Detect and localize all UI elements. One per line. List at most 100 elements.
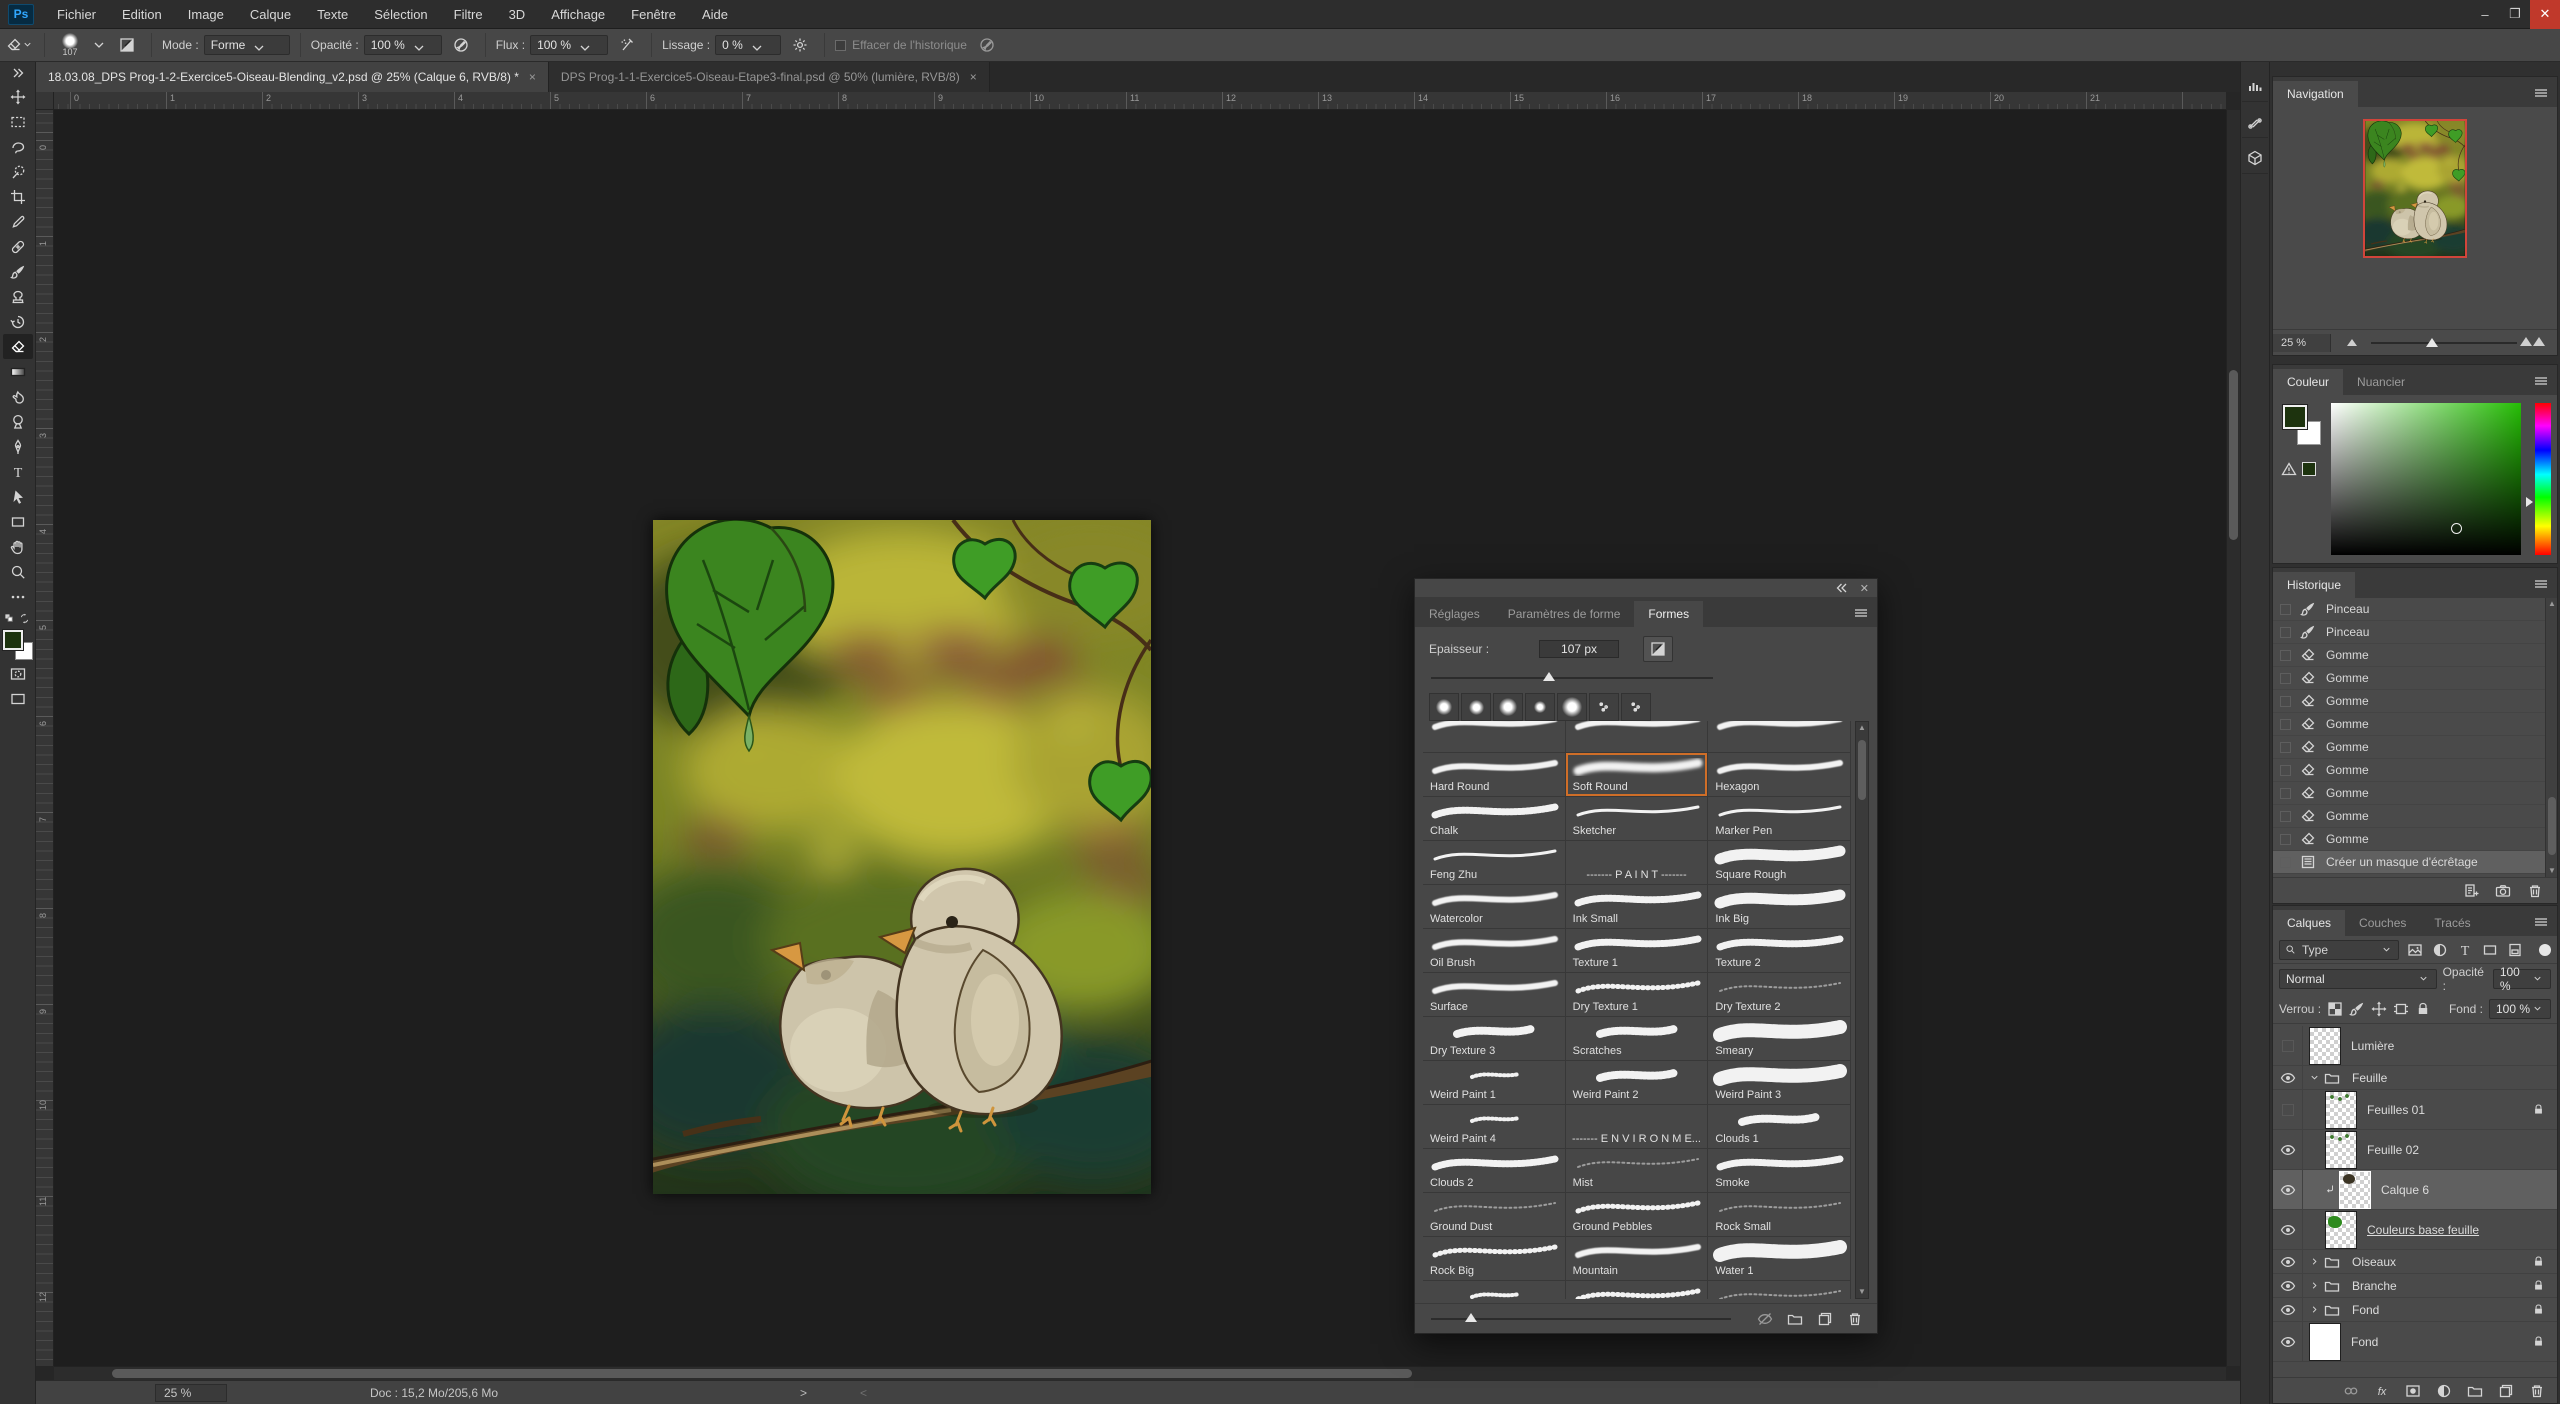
panel-menu-icon[interactable] — [1853, 605, 1869, 621]
history-brush-tool[interactable] — [3, 309, 33, 334]
brush-item-smoke[interactable]: Smoke — [1708, 1149, 1851, 1193]
pressure-opacity-button[interactable] — [447, 32, 475, 58]
delete-brush-icon[interactable] — [1847, 1311, 1863, 1327]
menu-item-edition[interactable]: Edition — [109, 0, 175, 29]
brush-item-dry-texture-1[interactable]: Dry Texture 1 — [1566, 973, 1709, 1017]
history-state-gomme-7[interactable]: Gomme — [2273, 759, 2545, 782]
zoom-out-icon[interactable] — [2347, 339, 2357, 346]
zoom-tool[interactable] — [3, 559, 33, 584]
delete-state-icon[interactable] — [2527, 883, 2543, 899]
brush-item-water-1[interactable]: Water 1 — [1708, 1237, 1851, 1281]
tab-couches[interactable]: Couches — [2345, 910, 2420, 936]
visibility-eye-icon[interactable] — [2273, 1322, 2303, 1361]
visibility-eye-icon[interactable] — [2273, 1130, 2303, 1169]
zoom-in-icon[interactable] — [2520, 337, 2545, 346]
panel-menu-icon[interactable] — [2533, 85, 2549, 101]
brush-item-weird-paint-3[interactable]: Weird Paint 3 — [1708, 1061, 1851, 1105]
brushes-panel[interactable]: ✕ RéglagesParamètres de formeFormes Epai… — [1414, 578, 1878, 1334]
swap-colors-icon[interactable] — [19, 613, 31, 625]
close-icon[interactable]: × — [970, 70, 977, 84]
gamut-warning[interactable] — [2281, 461, 2316, 477]
brush-tool[interactable] — [3, 259, 33, 284]
layer-name[interactable]: Fond — [2351, 1335, 2378, 1349]
filter-pixel-layers-icon[interactable] — [2407, 942, 2423, 958]
panel-menu-icon[interactable] — [2533, 373, 2549, 389]
blend-mode-select[interactable]: Normal — [2279, 969, 2437, 989]
brush-item-feng-zhu[interactable]: Feng Zhu — [1423, 841, 1566, 885]
layer-name[interactable]: Fond — [2352, 1303, 2379, 1317]
fill-select[interactable]: 100 % — [2489, 999, 2551, 1019]
layer-row-feuille-02-3[interactable]: Feuille 02 — [2273, 1130, 2557, 1170]
eyedropper-tool[interactable] — [3, 209, 33, 234]
brush-item-ground-pebbles[interactable]: Ground Pebbles — [1566, 1193, 1709, 1237]
maximize-button[interactable]: ❐ — [2500, 0, 2530, 29]
delete-layer-icon[interactable] — [2529, 1383, 2545, 1399]
history-source-checkbox[interactable] — [2280, 696, 2291, 707]
layer-name[interactable]: Couleurs base feuille — [2367, 1223, 2479, 1237]
menu-item-3d[interactable]: 3D — [496, 0, 539, 29]
menu-item-image[interactable]: Image — [175, 0, 237, 29]
layer-row-fond-8[interactable]: Fond — [2273, 1298, 2557, 1322]
navigation-zoom-slider[interactable] — [2331, 330, 2557, 355]
add-layer-mask-icon[interactable] — [2405, 1383, 2421, 1399]
history-source-checkbox[interactable] — [2280, 673, 2291, 684]
layer-row-branche-7[interactable]: Branche — [2273, 1274, 2557, 1298]
visibility-eye-icon[interactable] — [2273, 1298, 2303, 1321]
layer-row-fond-9[interactable]: Fond — [2273, 1322, 2557, 1362]
healing-brush-tool[interactable] — [3, 234, 33, 259]
layer-thumbnail[interactable] — [2309, 1027, 2341, 1065]
tab-param-tres-de-forme[interactable]: Paramètres de forme — [1494, 601, 1635, 627]
visibility-eye-icon[interactable] — [2273, 1210, 2303, 1249]
vertical-scrollbar-thumb[interactable] — [2229, 370, 2238, 540]
visibility-empty-box[interactable] — [2273, 1026, 2303, 1065]
layer-thumbnail[interactable] — [2339, 1171, 2371, 1209]
scroll-down-icon[interactable]: ▼ — [1857, 1287, 1867, 1297]
document-tab-2[interactable]: DPS Prog-1-1-Exercice5-Oiseau-Etape3-fin… — [549, 62, 990, 92]
brush-item-snow[interactable]: Snow — [1708, 1281, 1851, 1299]
collapse-panel-icon[interactable] — [1834, 580, 1850, 596]
brush-item-weird-paint-1[interactable]: Weird Paint 1 — [1423, 1061, 1566, 1105]
chevron-right-icon[interactable] — [2309, 1280, 2320, 1291]
tab-historique[interactable]: Historique — [2273, 572, 2355, 598]
brush-item-clouds-1[interactable]: Clouds 1 — [1708, 1105, 1851, 1149]
tab-navigation[interactable]: Navigation — [2273, 81, 2358, 107]
history-source-checkbox[interactable] — [2280, 627, 2291, 638]
brush-item-square-rough[interactable]: Square Rough — [1708, 841, 1851, 885]
gradient-tool[interactable] — [3, 359, 33, 384]
lock-position-icon[interactable] — [2371, 1001, 2387, 1017]
lock-pixels-icon[interactable] — [2349, 1001, 2365, 1017]
history-state-gomme-4[interactable]: Gomme — [2273, 690, 2545, 713]
menu-item-calque[interactable]: Calque — [237, 0, 304, 29]
history-state-gomme-6[interactable]: Gomme — [2273, 736, 2545, 759]
brushes-panel-titlebar[interactable]: ✕ — [1415, 579, 1877, 597]
brush-item-watercolor[interactable]: Watercolor — [1423, 885, 1566, 929]
layer-row-couleurs-base-feuille-5[interactable]: Couleurs base feuille — [2273, 1210, 2557, 1250]
new-group-icon[interactable] — [2467, 1383, 2483, 1399]
brush-size-slider[interactable] — [1415, 671, 1877, 689]
chevron-right-icon[interactable] — [2309, 1304, 2320, 1315]
close-panel-icon[interactable]: ✕ — [1860, 582, 1869, 595]
hue-slider[interactable] — [2535, 403, 2551, 555]
scroll-down-icon[interactable]: ▼ — [2547, 866, 2557, 876]
history-scrollbar-thumb[interactable] — [2548, 797, 2556, 855]
layer-row-oiseaux-6[interactable]: Oiseaux — [2273, 1250, 2557, 1274]
menu-item-aide[interactable]: Aide — [689, 0, 741, 29]
color-picker-cursor[interactable] — [2451, 523, 2462, 534]
brush-item-dry-texture-3[interactable]: Dry Texture 3 — [1423, 1017, 1566, 1061]
brush-item-ink-big[interactable]: Ink Big — [1708, 885, 1851, 929]
history-state-gomme-8[interactable]: Gomme — [2273, 782, 2545, 805]
close-button[interactable]: ✕ — [2530, 0, 2560, 29]
visibility-eye-icon[interactable] — [2273, 1250, 2303, 1273]
lock-artboard-icon[interactable] — [2393, 1001, 2409, 1017]
panel-menu-icon[interactable] — [2533, 576, 2549, 592]
pen-tool[interactable] — [3, 434, 33, 459]
smoothing-select[interactable]: 0 % — [715, 35, 781, 55]
marquee-tool[interactable] — [3, 109, 33, 134]
history-source-checkbox[interactable] — [2280, 834, 2291, 845]
layer-name[interactable]: Branche — [2352, 1279, 2397, 1293]
canvas-document[interactable] — [653, 520, 1151, 1194]
brush-preset-picker[interactable]: 107 — [55, 33, 85, 57]
visibility-empty-box[interactable] — [2273, 1090, 2303, 1129]
filter-type-layers-icon[interactable]: T — [2457, 942, 2473, 958]
brush-item-e-n-v-i-r-o-n-m-e[interactable]: ------- E N V I R O N M E... — [1566, 1105, 1709, 1149]
